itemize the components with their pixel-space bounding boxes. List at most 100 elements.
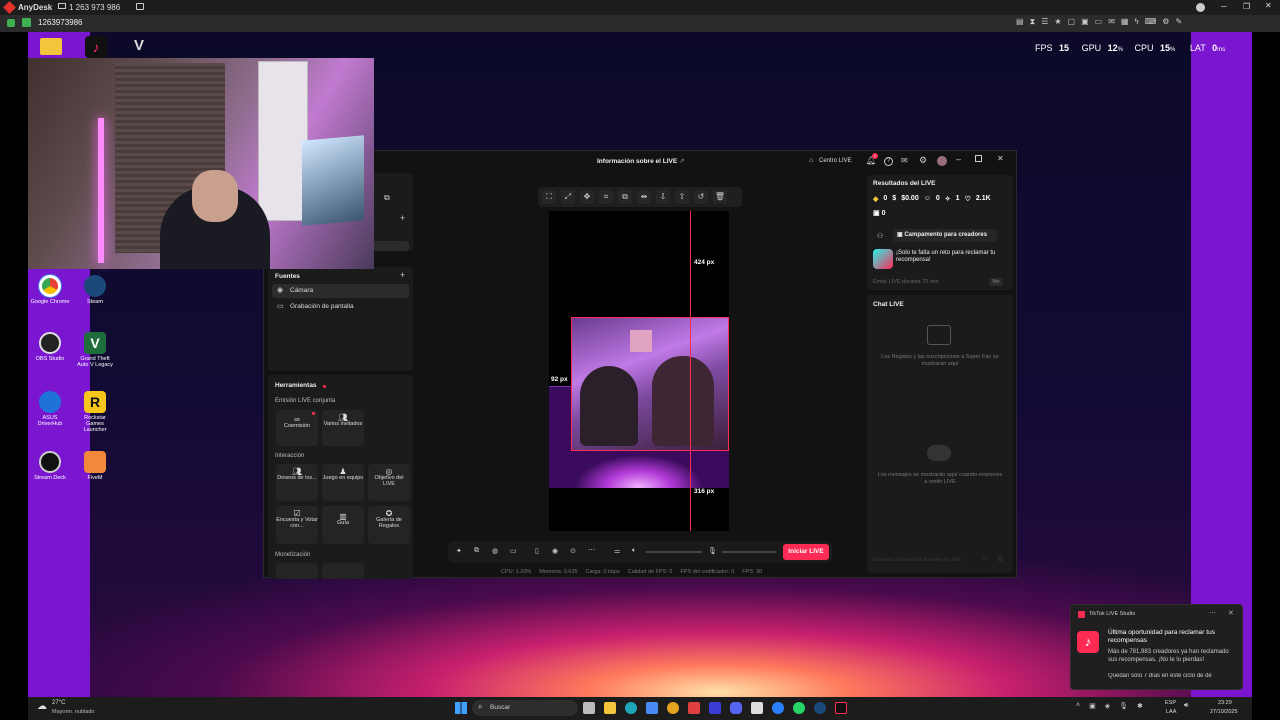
desktop-icon-streamdeck[interactable]: Stream Deck xyxy=(30,451,70,481)
layer-down-icon[interactable]: ⇩ xyxy=(656,190,670,204)
anydesk-taskbar-icon[interactable] xyxy=(751,702,763,714)
monitor-select-icon[interactable]: ▢ xyxy=(1068,17,1076,29)
monetization-tool-2[interactable] xyxy=(322,563,364,579)
start-live-button[interactable]: Iniciar LIVE xyxy=(783,544,829,560)
source-item-camera[interactable]: ◉ Cámara xyxy=(272,284,409,298)
caption-icon[interactable]: ▭ xyxy=(510,547,517,555)
scene-add-icon[interactable]: + xyxy=(400,213,405,223)
star-icon[interactable]: ★ xyxy=(1054,17,1061,29)
delete-icon[interactable]: 🗑︎ xyxy=(713,190,727,204)
toast-more-icon[interactable]: ⋯ xyxy=(1209,609,1216,617)
chat-input[interactable]: Chatear comentario durante el LIVE xyxy=(873,557,961,563)
toast-close-icon[interactable]: ✕ xyxy=(1228,609,1234,617)
task-view-icon[interactable] xyxy=(583,702,595,714)
session-tab[interactable] xyxy=(22,18,31,27)
file-explorer-icon[interactable] xyxy=(604,702,616,714)
tray-app2-icon[interactable]: ◈ xyxy=(1105,702,1110,710)
gta-desktop-icon[interactable]: V xyxy=(128,37,150,57)
desktop-icon-fivem[interactable]: FiveM xyxy=(75,451,115,481)
whatsapp-icon[interactable] xyxy=(793,702,805,714)
expand-icon[interactable]: ⤢ xyxy=(561,190,575,204)
folder-icon[interactable] xyxy=(40,38,62,55)
minimize-icon[interactable]: ─ xyxy=(1221,2,1227,11)
center-icon[interactable]: ✥ xyxy=(580,190,594,204)
profile-avatar[interactable] xyxy=(937,156,947,166)
add-source-icon[interactable]: + xyxy=(400,270,405,280)
store-icon[interactable] xyxy=(646,702,658,714)
tray-up-icon[interactable]: ˄ xyxy=(1076,702,1080,710)
desktop-icon-rockstar[interactable]: R Rockstar Games Launcher xyxy=(75,391,115,433)
magic-icon[interactable]: ✦ xyxy=(456,547,462,555)
flip-icon[interactable]: ⇹ xyxy=(637,190,651,204)
clock-date[interactable]: 27/10/2025 xyxy=(1210,709,1238,715)
file-transfer-icon[interactable]: ▤ xyxy=(1016,17,1024,29)
copy-icon[interactable]: ⧉ xyxy=(618,190,632,204)
lang-primary[interactable]: ESP xyxy=(1165,700,1176,706)
record-icon[interactable]: ◉ xyxy=(552,547,558,555)
more-icon[interactable]: ⋯ xyxy=(588,546,595,554)
display-icon[interactable]: ▣ xyxy=(1081,17,1089,29)
galeria-regalos-button[interactable]: ✪ Galería de Regalos xyxy=(368,506,410,544)
encuesta-button[interactable]: ☑ Encuesta y Votar con... xyxy=(276,506,318,544)
restore-icon[interactable]: ❐ xyxy=(1243,2,1250,11)
chat-settings-icon[interactable]: ⚙ xyxy=(997,555,1003,563)
desktop-icon-gta[interactable]: V Grand Theft Auto V Legacy xyxy=(75,332,115,368)
settings-icon[interactable]: ⚙ xyxy=(919,155,927,166)
deseos-button[interactable]: 👥︎ Deseos de los... xyxy=(276,464,318,501)
settings-icon[interactable]: ⚙ xyxy=(1162,17,1169,29)
window-minimize-icon[interactable]: – xyxy=(956,154,961,164)
monetization-tool-1[interactable] xyxy=(276,563,318,579)
effects-icon[interactable]: ◍ xyxy=(492,547,498,555)
mic-volume-slider[interactable] xyxy=(722,551,776,553)
help-icon[interactable]: ? xyxy=(884,157,893,166)
objetivo-live-button[interactable]: ◎ Objetivo del LIVE xyxy=(368,464,410,501)
coemision-button[interactable]: ∞ Coemisión xyxy=(276,410,318,446)
edge-icon[interactable] xyxy=(625,702,637,714)
speaker-volume-slider[interactable] xyxy=(646,551,702,553)
task-badge[interactable]: Ver xyxy=(989,278,1003,286)
share-icon[interactable]: ⇗ xyxy=(679,157,685,165)
undo-icon[interactable]: ↺ xyxy=(694,190,708,204)
steam-taskbar-icon[interactable] xyxy=(814,702,826,714)
scene-edit-icon[interactable]: ⧉ xyxy=(384,193,390,203)
lang-secondary[interactable]: LAA xyxy=(1166,709,1176,715)
screen-icon[interactable]: ▭ xyxy=(1095,17,1103,29)
juego-equipo-button[interactable]: ♟ Juego en equipo xyxy=(322,464,364,501)
crop-icon[interactable]: ⌗ xyxy=(599,190,613,204)
emoji-icon[interactable]: ☺ xyxy=(981,555,988,562)
window-maximize-icon[interactable] xyxy=(975,155,982,162)
guia-button[interactable]: ▥ Guía xyxy=(322,506,364,544)
tray-app1-icon[interactable]: ▣ xyxy=(1089,702,1096,710)
tab-label[interactable]: 1263973986 xyxy=(38,18,83,27)
desktop-icon-chrome[interactable]: Google Chrome xyxy=(30,275,70,305)
chrome-taskbar-icon[interactable] xyxy=(667,702,679,714)
vertical-icon[interactable]: ▯ xyxy=(535,547,539,555)
view-icon[interactable]: ▦ xyxy=(1121,17,1129,29)
monitor-icon[interactable] xyxy=(58,3,66,9)
discord-icon[interactable] xyxy=(730,702,742,714)
volume-icon[interactable]: 🔊︎ xyxy=(1184,702,1188,710)
messenger-icon[interactable] xyxy=(772,702,784,714)
centro-live-button[interactable]: Centro LIVE xyxy=(819,158,852,164)
account-icon[interactable] xyxy=(1196,3,1205,12)
close-icon[interactable]: ✕ xyxy=(1265,1,1272,10)
gift-icon[interactable]: ✉ xyxy=(901,156,908,165)
edit-icon[interactable]: ✎ xyxy=(1175,17,1182,29)
layer-up-icon[interactable]: ⇧ xyxy=(675,190,689,204)
chat-icon[interactable] xyxy=(136,3,144,10)
tray-mic-icon[interactable]: 🎙︎ xyxy=(1119,702,1128,710)
centro-live-icon[interactable]: ⌂ xyxy=(809,157,813,164)
window-close-icon[interactable]: ✕ xyxy=(997,154,1004,163)
desktop-icon-obs[interactable]: OBS Studio xyxy=(30,332,70,362)
weather-icon[interactable]: ☁ xyxy=(37,701,47,712)
clock-time[interactable]: 23:29 xyxy=(1218,700,1232,706)
search-box[interactable]: ⌕ Buscar xyxy=(472,700,578,716)
stop-record-icon[interactable]: ⊙ xyxy=(570,547,576,555)
video-app-icon[interactable] xyxy=(688,702,700,714)
layout-icon[interactable]: ⧉ xyxy=(474,547,479,555)
tray-bluetooth-icon[interactable]: ✱ xyxy=(1137,702,1143,710)
varios-invitados-button[interactable]: 👥︎ Varios invitados xyxy=(322,410,364,446)
remote-desktop[interactable]: ♪ V FPS 15 GPU 12% CPU 15% LAT 0ms Googl… xyxy=(28,32,1252,697)
lightning-icon[interactable]: ϟ xyxy=(1134,17,1138,29)
tiktok-taskbar-icon[interactable] xyxy=(835,702,847,714)
